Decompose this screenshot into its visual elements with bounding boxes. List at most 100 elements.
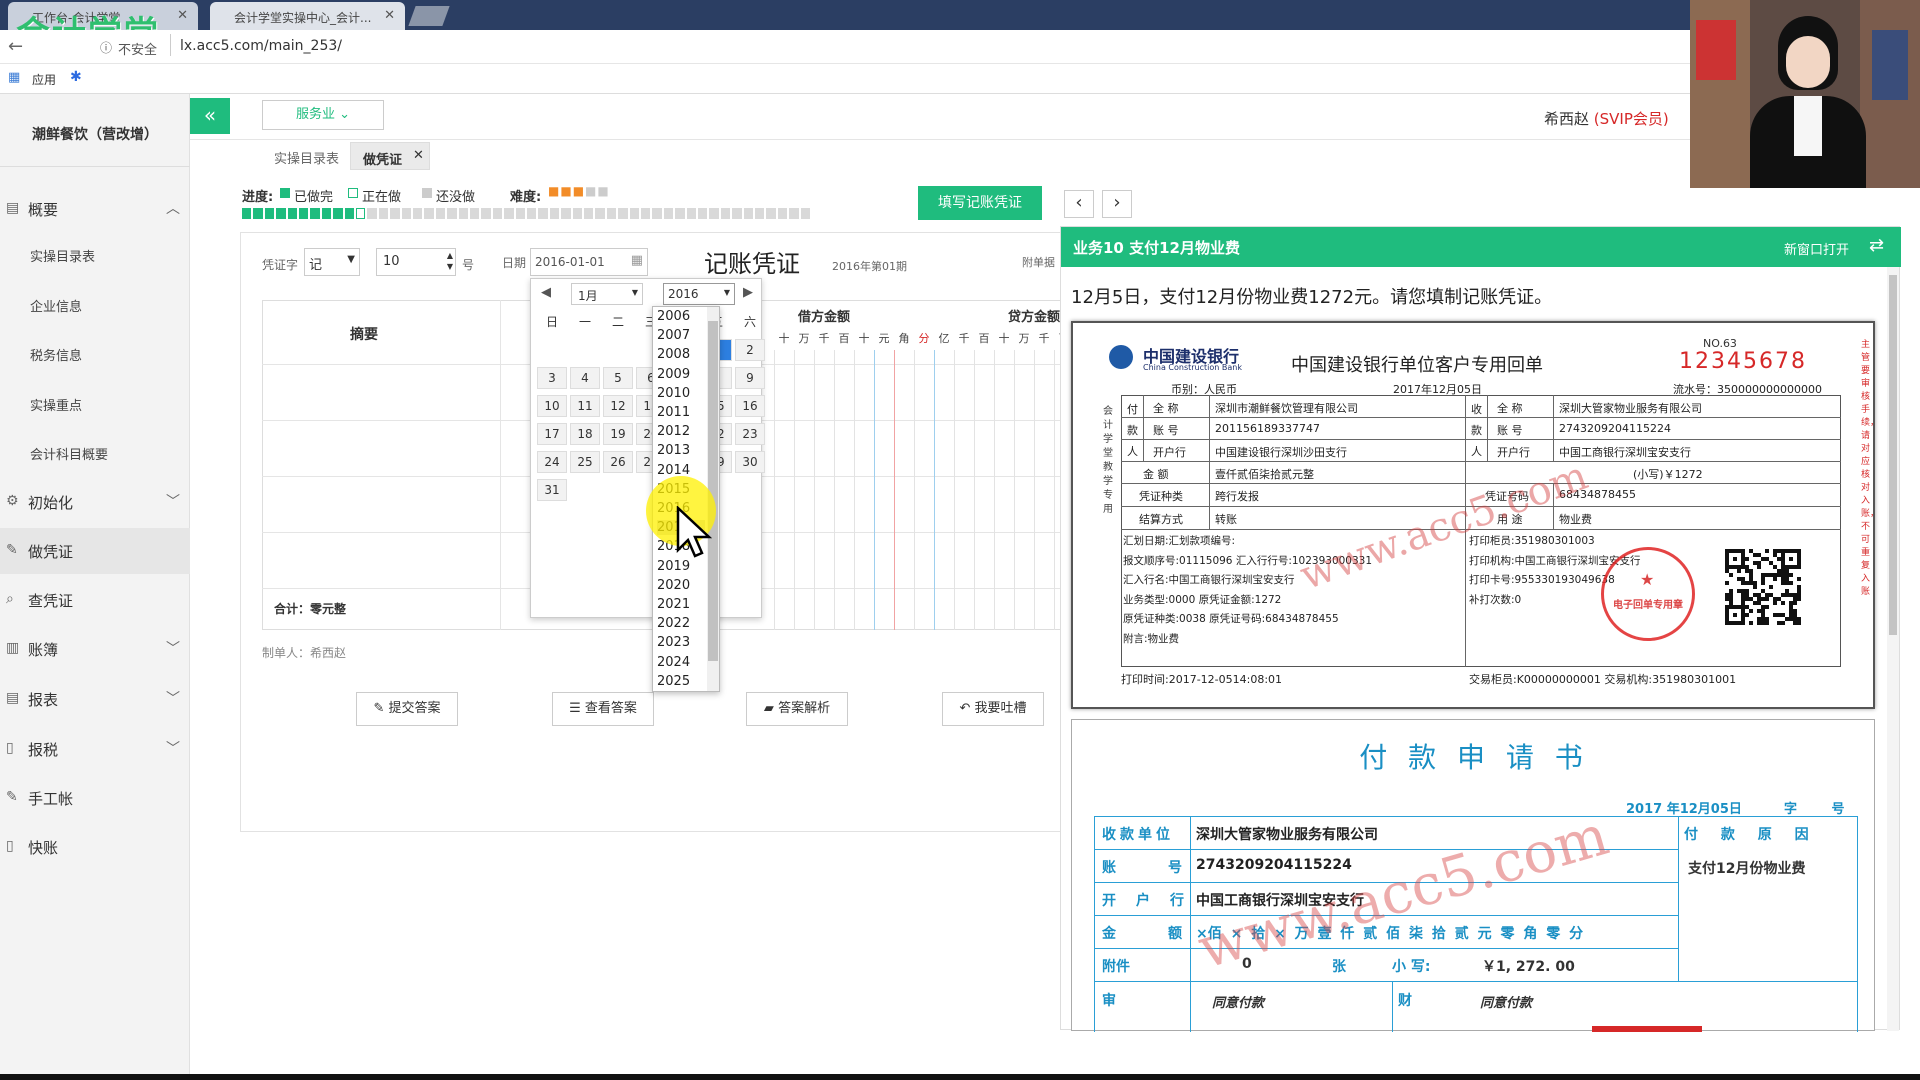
progress-step[interactable] xyxy=(333,208,343,219)
year-option[interactable]: 2012 xyxy=(657,424,705,439)
year-option[interactable]: 2020 xyxy=(657,578,705,593)
next-task-button[interactable]: › xyxy=(1102,190,1132,218)
close-icon[interactable]: ✕ xyxy=(384,8,395,23)
progress-step[interactable] xyxy=(344,208,354,219)
progress-step[interactable] xyxy=(276,208,286,219)
progress-step[interactable] xyxy=(390,208,400,219)
year-option[interactable]: 2006 xyxy=(657,309,705,324)
progress-step[interactable] xyxy=(504,208,514,219)
progress-step[interactable] xyxy=(549,208,560,219)
progress-step[interactable] xyxy=(595,208,605,219)
progress-step[interactable] xyxy=(606,208,617,219)
tab-catalog[interactable]: 实操目录表 xyxy=(274,148,339,167)
calendar-day[interactable]: 16 xyxy=(735,395,765,417)
year-option[interactable]: 2022 xyxy=(657,616,705,631)
progress-step[interactable] xyxy=(720,208,731,219)
open-new-window-link[interactable]: 新窗口打开 xyxy=(1784,239,1849,258)
progress-step[interactable] xyxy=(424,208,434,219)
progress-step[interactable] xyxy=(755,208,765,219)
progress-step[interactable] xyxy=(743,208,753,219)
next-month-icon[interactable]: ▶ xyxy=(743,285,753,300)
progress-step[interactable] xyxy=(538,208,548,219)
calendar-day[interactable]: 25 xyxy=(570,451,600,473)
sidebar-sub-catalog[interactable]: 实操目录表 xyxy=(30,246,95,265)
calendar-day[interactable]: 24 xyxy=(537,451,567,473)
progress-step[interactable] xyxy=(378,208,389,219)
progress-step[interactable] xyxy=(641,208,651,219)
swap-icon[interactable]: ⇄ xyxy=(1869,235,1884,256)
apps-grid-icon[interactable]: ▦ xyxy=(8,70,20,85)
progress-step[interactable] xyxy=(242,208,252,219)
progress-step[interactable] xyxy=(447,208,457,219)
browser-tab-active[interactable]: 会计学堂实操中心_会计... ✕ xyxy=(210,2,405,30)
progress-step[interactable] xyxy=(264,208,275,219)
calendar-day[interactable]: 2 xyxy=(735,339,765,361)
url-input[interactable]: lx.acc5.com/main_253/ xyxy=(180,38,342,54)
sidebar-item-reports[interactable]: ▤ 报表 ﹀ xyxy=(0,676,190,722)
answer-analysis-button[interactable]: ▰ 答案解析 xyxy=(746,692,848,726)
collapse-sidebar-button[interactable]: « xyxy=(190,98,230,134)
fill-voucher-button[interactable]: 填写记账凭证 xyxy=(918,186,1042,220)
year-option[interactable]: 2007 xyxy=(657,328,705,343)
close-icon[interactable]: ✕ xyxy=(177,8,188,23)
year-option[interactable]: 2019 xyxy=(657,559,705,574)
progress-step[interactable] xyxy=(732,208,742,219)
sidebar-item-init[interactable]: ⚙ 初始化 ﹀ xyxy=(0,479,190,525)
year-option[interactable]: 2008 xyxy=(657,347,705,362)
prev-month-icon[interactable]: ◀ xyxy=(541,285,551,300)
year-option[interactable]: 2023 xyxy=(657,635,705,650)
sidebar-item-query-voucher[interactable]: ⌕ 查凭证 xyxy=(0,577,190,623)
calendar-day[interactable]: 11 xyxy=(570,395,600,417)
progress-step[interactable] xyxy=(492,208,503,219)
progress-step[interactable] xyxy=(321,208,332,219)
prev-task-button[interactable]: ‹ xyxy=(1064,190,1094,218)
month-select[interactable]: 1月 ▼ xyxy=(571,283,643,305)
year-option[interactable]: 2024 xyxy=(657,655,705,670)
calendar-day[interactable]: 3 xyxy=(537,367,567,389)
progress-step[interactable] xyxy=(435,208,446,219)
progress-step[interactable] xyxy=(299,208,309,219)
progress-step[interactable] xyxy=(413,208,423,219)
progress-step[interactable] xyxy=(527,208,537,219)
progress-step[interactable] xyxy=(584,208,594,219)
year-option[interactable]: 2013 xyxy=(657,443,705,458)
calendar-day[interactable]: 23 xyxy=(735,423,765,445)
info-icon[interactable]: ⓘ xyxy=(100,39,112,56)
progress-step[interactable] xyxy=(652,208,662,219)
progress-step[interactable] xyxy=(253,208,263,219)
year-option[interactable]: 2009 xyxy=(657,367,705,382)
progress-step[interactable] xyxy=(356,208,366,219)
sidebar-item-manual[interactable]: ✎ 手工帐 xyxy=(0,775,190,821)
calendar-day[interactable]: 26 xyxy=(603,451,633,473)
new-tab-button[interactable] xyxy=(408,6,450,26)
progress-step[interactable] xyxy=(686,208,696,219)
progress-step[interactable] xyxy=(800,208,810,219)
sidebar-item-ledger[interactable]: ▥ 账簿 ﹀ xyxy=(0,626,190,672)
calendar-day[interactable]: 5 xyxy=(603,367,633,389)
view-answer-button[interactable]: ☰ 查看答案 xyxy=(552,692,654,726)
progress-step[interactable] xyxy=(470,208,480,219)
progress-step[interactable] xyxy=(458,208,468,219)
progress-step[interactable] xyxy=(287,208,297,219)
sidebar-item-tax[interactable]: ▯ 报税 ﹀ xyxy=(0,726,190,772)
submit-answer-button[interactable]: ✎ 提交答案 xyxy=(356,692,458,726)
close-icon[interactable]: ✕ xyxy=(413,148,424,163)
progress-step[interactable] xyxy=(777,208,788,219)
progress-step[interactable] xyxy=(401,208,411,219)
sidebar-item-overview[interactable]: ▤ 概要 ︿ xyxy=(0,186,190,232)
feedback-button[interactable]: ↶ 我要吐槽 xyxy=(942,692,1044,726)
calendar-day[interactable]: 31 xyxy=(537,479,567,501)
sidebar-sub-accounts[interactable]: 会计科目概要 xyxy=(30,444,108,463)
calendar-day[interactable]: 30 xyxy=(735,451,765,473)
sidebar-item-quick[interactable]: ▯ 快账 xyxy=(0,824,190,870)
user-info[interactable]: 希西赵 (SVIP会员) xyxy=(1544,108,1669,129)
year-option[interactable]: 2021 xyxy=(657,597,705,612)
back-icon[interactable]: ← xyxy=(8,36,23,57)
year-select[interactable]: 2016 ▼ xyxy=(663,283,735,305)
progress-step[interactable] xyxy=(618,208,628,219)
sidebar-sub-key-points[interactable]: 实操重点 xyxy=(30,395,82,414)
progress-step[interactable] xyxy=(698,208,708,219)
progress-step[interactable] xyxy=(709,208,719,219)
sidebar-sub-tax-info[interactable]: 税务信息 xyxy=(30,345,82,364)
progress-step[interactable] xyxy=(481,208,491,219)
